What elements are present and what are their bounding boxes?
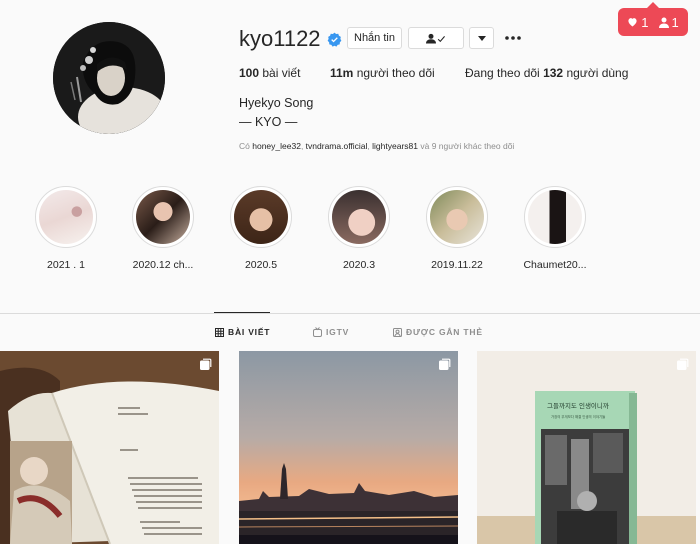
- posts-count: 100: [239, 66, 260, 80]
- followed-by-suffix: và 9 người khác theo dõi: [420, 141, 515, 151]
- highlight-ring: [132, 186, 194, 248]
- follow-count: 1: [671, 14, 679, 30]
- tag-icon: [393, 327, 402, 337]
- username-text: kyo1122: [239, 26, 321, 51]
- options-button[interactable]: [503, 28, 523, 48]
- highlight-thumbnail: [528, 190, 582, 244]
- story-highlight[interactable]: Chaumet20...: [510, 186, 600, 271]
- highlight-ring: [230, 186, 292, 248]
- book-title: 그들까지도 인생이니까: [547, 401, 609, 410]
- story-highlight[interactable]: 2019.11.22: [412, 186, 502, 271]
- tab-tagged[interactable]: ĐƯỢC GẮN THẺ: [393, 327, 483, 337]
- book-subtitle: 가장의 무게보다 해결 인생의 이야기들: [551, 414, 605, 419]
- posts-label: bài viết: [262, 66, 301, 80]
- story-highlight[interactable]: 2020.12 ch...: [118, 186, 208, 271]
- story-highlight[interactable]: 2021 . 1: [21, 186, 111, 271]
- followed-by[interactable]: Có honey_lee32, tvndrama.official, light…: [239, 141, 514, 151]
- following-button[interactable]: [408, 27, 464, 49]
- igtv-icon: [313, 327, 322, 337]
- message-button-label: Nhắn tin: [354, 32, 395, 44]
- post-thumbnail[interactable]: [0, 351, 219, 544]
- highlight-thumbnail: [234, 190, 288, 244]
- highlight-label: 2021 . 1: [47, 259, 85, 271]
- profile-avatar[interactable]: [53, 22, 165, 134]
- post-thumbnail[interactable]: [239, 351, 458, 544]
- active-tab-indicator: [214, 312, 270, 313]
- followed-by-prefix: Có: [239, 141, 250, 151]
- followers-stat[interactable]: 11m người theo dõi: [330, 66, 435, 80]
- activity-notification[interactable]: 1 1: [618, 2, 688, 36]
- suggestions-dropdown-button[interactable]: [469, 27, 494, 49]
- following-stat[interactable]: Đang theo dõi 132 người dùng: [465, 66, 628, 80]
- carousel-icon: [200, 358, 212, 370]
- following-suffix: người dùng: [566, 66, 629, 80]
- more-options-icon: [505, 36, 521, 40]
- person-icon: [658, 17, 669, 28]
- heart-icon: [628, 18, 637, 27]
- tab-igtv-label: IGTV: [326, 327, 350, 337]
- post-thumbnail[interactable]: 그들까지도 인생이니까 가장의 무게보다 해결 인생의 이야기들: [477, 351, 696, 544]
- tab-posts-label: BÀI VIẾT: [228, 327, 271, 337]
- post-image: 그들까지도 인생이니까 가장의 무게보다 해결 인생의 이야기들: [477, 351, 696, 544]
- highlight-label: 2019.11.22: [431, 259, 483, 271]
- highlight-ring: [426, 186, 488, 248]
- highlight-label: 2020.12 ch...: [132, 259, 194, 271]
- highlight-ring: [328, 186, 390, 248]
- followed-by-user[interactable]: tvndrama.official: [306, 141, 368, 151]
- highlight-ring: [524, 186, 586, 248]
- highlight-thumbnail: [332, 190, 386, 244]
- posts-stat: 100 bài viết: [239, 66, 300, 80]
- highlight-label: 2020.5: [244, 259, 278, 271]
- message-button[interactable]: Nhắn tin: [347, 27, 402, 49]
- highlight-thumbnail: [430, 190, 484, 244]
- highlight-label: 2020.3: [342, 259, 376, 271]
- profile-full-name: Hyekyo Song: [239, 96, 314, 110]
- highlight-ring: [35, 186, 97, 248]
- highlight-label: Chaumet20...: [523, 259, 587, 271]
- story-highlight[interactable]: 2020.5: [216, 186, 306, 271]
- highlight-thumbnail: [39, 190, 93, 244]
- followers-label: người theo dõi: [356, 66, 435, 80]
- post-image: [239, 351, 458, 544]
- tab-igtv[interactable]: IGTV: [313, 327, 349, 337]
- carousel-icon: [439, 358, 451, 370]
- profile-bio: — KYO —: [239, 115, 298, 129]
- following-prefix: Đang theo dõi: [465, 66, 540, 80]
- person-check-icon: [426, 33, 445, 43]
- story-highlight[interactable]: 2020.3: [314, 186, 404, 271]
- tabs-divider: [0, 313, 700, 314]
- tab-posts[interactable]: BÀI VIẾT: [215, 327, 270, 337]
- carousel-icon: [677, 358, 689, 370]
- followed-by-user[interactable]: lightyears81: [372, 141, 418, 151]
- like-count: 1: [641, 14, 649, 30]
- followers-count: 11m: [330, 66, 354, 80]
- grid-icon: [215, 327, 224, 337]
- profile-username: kyo1122: [239, 26, 342, 52]
- caret-down-icon: [477, 35, 486, 41]
- following-count: 132: [543, 66, 564, 80]
- post-image: [0, 351, 219, 544]
- followed-by-user[interactable]: honey_lee32: [252, 141, 301, 151]
- highlight-thumbnail: [136, 190, 190, 244]
- tab-tagged-label: ĐƯỢC GẮN THẺ: [406, 327, 483, 337]
- verified-badge-icon: [327, 32, 341, 47]
